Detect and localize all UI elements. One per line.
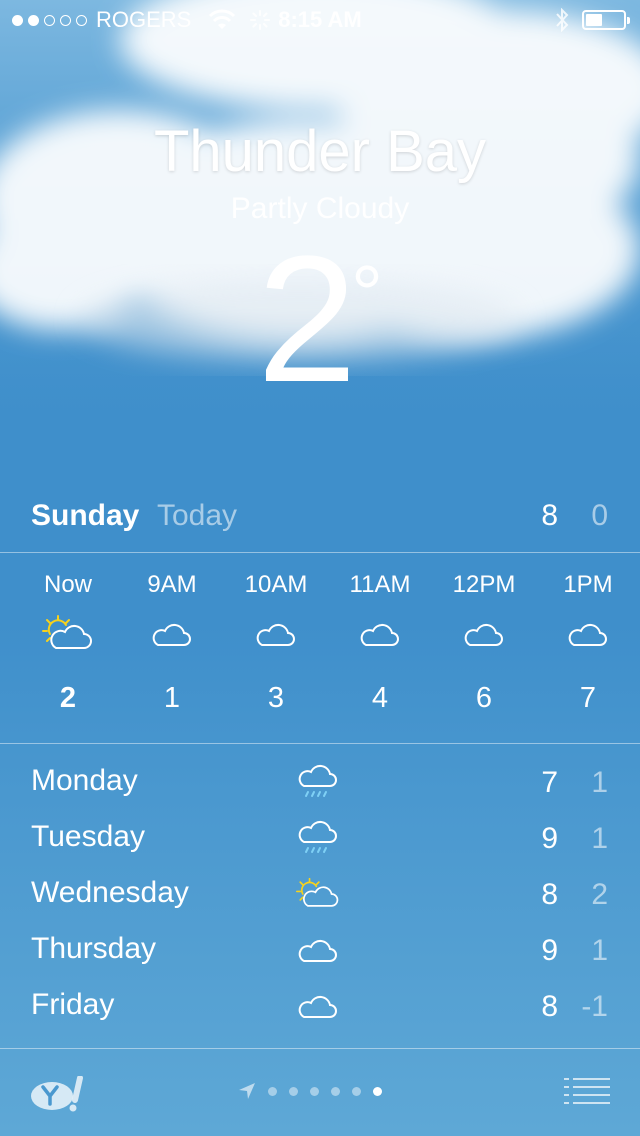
day-name: Thursday <box>31 932 157 965</box>
hour-label: 1PM <box>563 571 613 598</box>
day-low: 2 <box>591 878 608 911</box>
day-high: 8 <box>541 878 558 911</box>
hour-temp: 1 <box>163 682 181 714</box>
hour-label: 12PM <box>452 571 516 598</box>
hour-label: 9AM <box>147 571 197 598</box>
hour-temp: 6 <box>475 682 493 714</box>
day-name: Wednesday <box>31 876 189 909</box>
hour-label: Now <box>43 571 92 598</box>
day-high: 9 <box>541 822 558 855</box>
day-name: Monday <box>31 764 138 797</box>
day-name: Friday <box>31 988 115 1021</box>
hourly-item: 12PM 6 <box>432 560 536 728</box>
page-dot <box>352 1086 361 1096</box>
hour-label: 11AM <box>349 571 411 598</box>
today-low: 0 <box>591 499 608 532</box>
today-label: Today <box>157 499 238 532</box>
status-bar: ROGERS 8:15 AM <box>0 0 640 40</box>
cloud-icon <box>296 930 340 970</box>
daily-row: Friday 8 -1 <box>0 978 640 1034</box>
daily-row: Wednesday 8 2 <box>0 866 640 922</box>
divider <box>0 743 640 744</box>
page-dot <box>289 1086 298 1096</box>
cloud-icon <box>328 600 432 668</box>
current-temperature: 2° <box>0 230 640 444</box>
partly-sunny-icon <box>296 874 340 914</box>
cloud-icon <box>296 986 340 1026</box>
cloud-icon <box>536 600 640 668</box>
hour-temp: 2 <box>59 682 77 714</box>
hour-temp: 3 <box>267 682 285 714</box>
daily-row: Monday 7 1 <box>0 754 640 810</box>
daily-forecast[interactable]: Monday 7 1 Tuesday 9 1 Wednesday 8 2 Thu… <box>0 754 640 1034</box>
divider <box>0 1048 640 1049</box>
hourly-item: 10AM 3 <box>224 560 328 728</box>
page-indicator[interactable] <box>238 1082 382 1100</box>
day-high: 7 <box>541 766 558 799</box>
bluetooth-icon <box>556 8 569 32</box>
today-day: Sunday <box>31 499 140 532</box>
day-low: 1 <box>591 766 608 799</box>
page-dot-active <box>373 1086 382 1096</box>
cloud-icon <box>120 600 224 668</box>
today-summary: Sunday Today 8 0 <box>0 495 640 539</box>
today-high: 8 <box>541 499 558 532</box>
partly-sunny-icon <box>16 600 120 668</box>
cloud-icon <box>224 600 328 668</box>
hour-temp: 4 <box>371 682 389 714</box>
day-name: Tuesday <box>31 820 145 853</box>
city-name: Thunder Bay <box>153 119 487 184</box>
temperature-value: 2 <box>256 219 358 420</box>
battery-icon <box>582 10 630 30</box>
footer-toolbar <box>0 1050 640 1136</box>
hour-label: 10AM <box>244 571 308 598</box>
hourly-item: 9AM 1 <box>120 560 224 728</box>
yahoo-logo-button[interactable] <box>30 1076 88 1112</box>
page-dot <box>331 1086 340 1096</box>
day-low: 1 <box>591 934 608 967</box>
hourly-item: 11AM 4 <box>328 560 432 728</box>
day-high: 9 <box>541 934 558 967</box>
list-icon[interactable] <box>564 1076 610 1106</box>
hourly-forecast[interactable]: Now 2 9AM 1 10AM 3 11AM 4 12PM 6 1PM 7 <box>16 560 640 728</box>
cloud-icon <box>432 600 536 668</box>
day-low: 1 <box>591 822 608 855</box>
daily-row: Thursday 9 1 <box>0 922 640 978</box>
rain-cloud-icon <box>296 762 340 802</box>
daily-row: Tuesday 9 1 <box>0 810 640 866</box>
page-dot <box>310 1086 319 1096</box>
degree-symbol: ° <box>351 249 384 338</box>
hour-temp: 7 <box>579 682 597 714</box>
rain-cloud-icon <box>296 818 340 858</box>
day-high: 8 <box>541 990 558 1023</box>
page-dot <box>268 1086 277 1096</box>
divider <box>0 552 640 553</box>
day-low: -1 <box>581 990 608 1023</box>
location-arrow-icon <box>239 1083 255 1099</box>
clock: 8:15 AM <box>278 7 362 32</box>
hourly-item: Now 2 <box>16 560 120 728</box>
hourly-item: 1PM 7 <box>536 560 640 728</box>
